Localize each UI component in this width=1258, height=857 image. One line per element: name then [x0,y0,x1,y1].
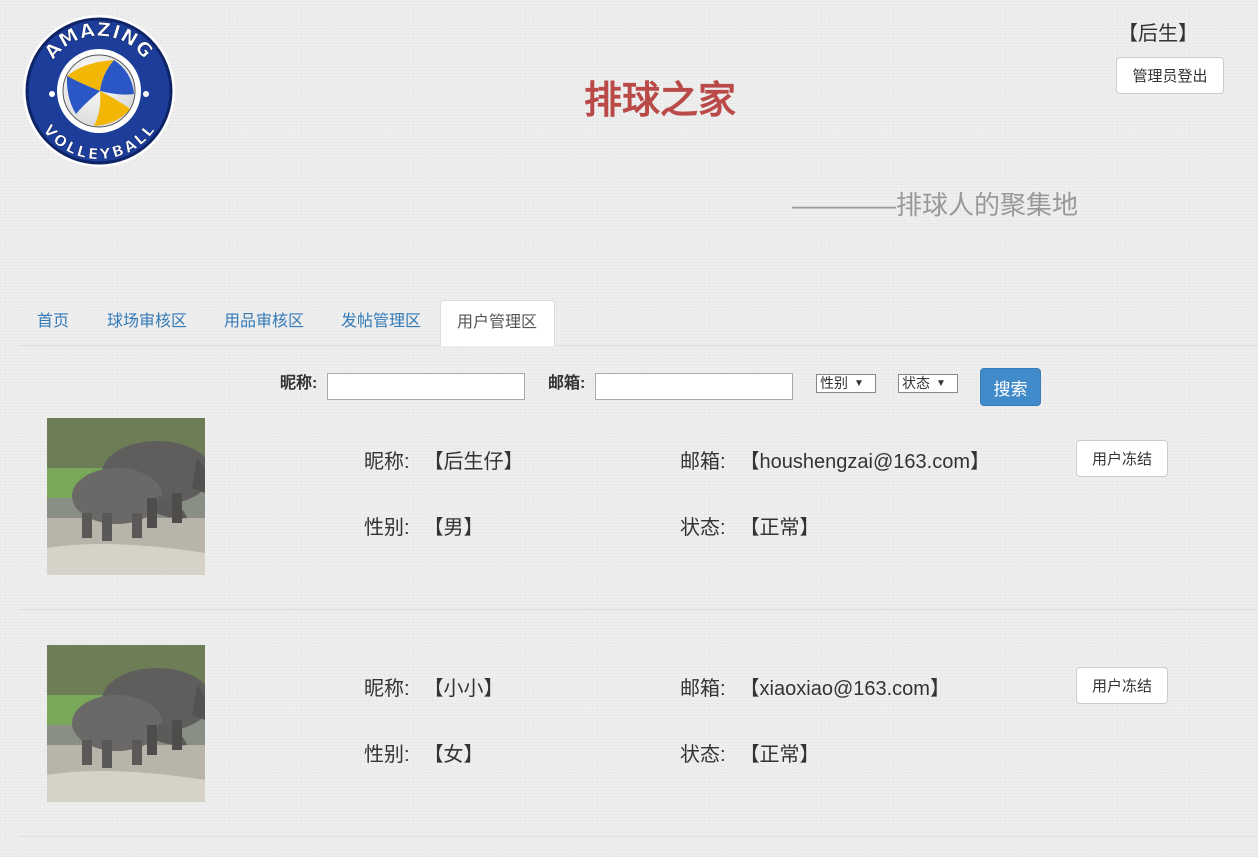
user-gender: 性别: 【男】 [364,514,484,542]
site-title: 排球之家 [583,80,736,122]
nav-tabs: 首页 球场审核区 用品审核区 发帖管理区 用户管理区 [19,300,1258,346]
freeze-user-button[interactable]: 用户冻结 [1076,440,1168,477]
nickname-value: 【后生仔】 [423,451,524,473]
gender-value: 【女】 [423,744,484,766]
user-status: 状态: 【正常】 [680,514,820,542]
tab-equipment-review[interactable]: 用品审核区 [224,300,304,346]
nickname-value: 【小小】 [423,678,504,700]
gender-value: 【男】 [423,517,484,539]
status-label: 状态: [680,517,726,539]
user-gender: 性别: 【女】 [364,741,484,769]
user-card: 昵称: 【小小】 邮箱: 【xiaoxiao@163.com】 性别: 【女】 状态:… [19,609,1258,837]
status-label: 状态: [680,744,726,766]
freeze-user-button[interactable]: 用户冻结 [1076,667,1168,704]
user-status: 状态: 【正常】 [680,741,820,769]
status-value: 【正常】 [739,744,820,766]
site-subtitle: ————排球人的聚集地 [792,190,1079,220]
tab-court-review[interactable]: 球场审核区 [107,300,187,346]
user-nickname: 昵称: 【后生仔】 [364,448,524,476]
user-email: 邮箱: 【houshengzai@163.com】 [680,448,990,476]
tab-user-management[interactable]: 用户管理区 [440,300,555,346]
nickname-label: 昵称: [364,451,410,473]
status-value: 【正常】 [739,517,820,539]
gender-label: 性别: [364,744,410,766]
email-value: 【houshengzai@163.com】 [739,451,991,473]
user-avatar [47,645,205,802]
tab-post-management[interactable]: 发帖管理区 [341,300,421,346]
user-avatar [47,418,205,575]
gender-label: 性别: [364,517,410,539]
email-value: 【xiaoxiao@163.com】 [739,678,950,700]
tab-home[interactable]: 首页 [37,300,69,346]
admin-logout-button[interactable]: 管理员登出 [1116,57,1224,94]
email-label: 邮箱: [680,678,726,700]
user-card: 昵称: 【后生仔】 邮箱: 【houshengzai@163.com】 性别: 【男】… [19,382,1258,610]
email-label: 邮箱: [680,451,726,473]
user-email: 邮箱: 【xiaoxiao@163.com】 [680,675,950,703]
admin-name: 【后生】 [1118,23,1198,45]
user-nickname: 昵称: 【小小】 [364,675,504,703]
nickname-label: 昵称: [364,678,410,700]
